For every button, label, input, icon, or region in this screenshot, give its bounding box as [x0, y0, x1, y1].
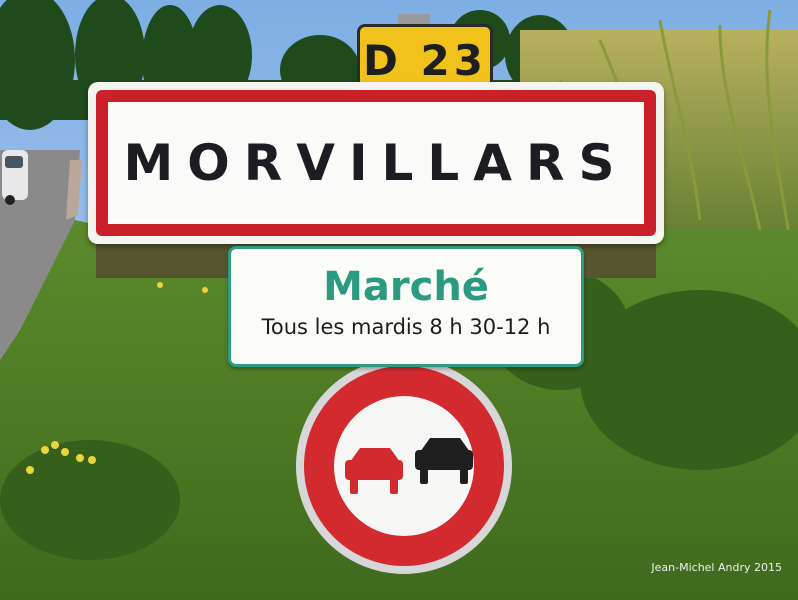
market-hours: Tous les mardis 8 h 30-12 h: [261, 315, 551, 339]
photo-frame: D 23 MORVILLARS Marché Tous les mardis 8…: [0, 0, 798, 600]
market-title: Marché: [323, 264, 489, 310]
market-sign: Marché Tous les mardis 8 h 30-12 h: [228, 246, 584, 367]
town-sign-border: MORVILLARS: [96, 90, 656, 236]
photo-credit: Jean-Michel Andry 2015: [651, 561, 782, 574]
town-entrance-sign: MORVILLARS: [88, 82, 664, 244]
parked-car: [2, 150, 28, 205]
town-name: MORVILLARS: [123, 134, 629, 192]
no-overtaking-icon: [296, 358, 512, 574]
